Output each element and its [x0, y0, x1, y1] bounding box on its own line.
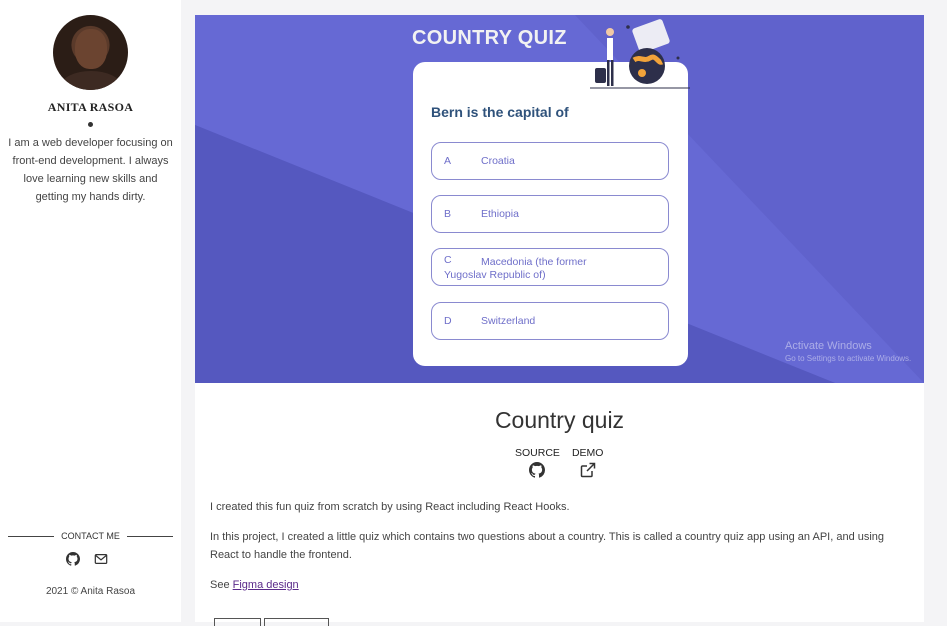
source-link[interactable]: SOURCE: [515, 447, 560, 478]
option-value: Switzerland: [481, 315, 536, 327]
quiz-question: Bern is the capital of: [431, 104, 569, 120]
windows-activation-watermark: Activate Windows Go to Settings to activ…: [785, 340, 911, 363]
demo-link[interactable]: DEMO: [571, 447, 604, 478]
project-card: COUNTRY QUIZ Bern is the capital of A Cr…: [195, 15, 924, 626]
quiz-option-c[interactable]: C Macedonia (the former Yugoslav Republi…: [431, 248, 669, 286]
quiz-card: Bern is the capital of A Croatia B Ethio…: [413, 62, 688, 366]
project-links: SOURCE DEMO: [515, 447, 603, 478]
quiz-title: COUNTRY QUIZ: [412, 27, 567, 49]
option-key: A: [444, 155, 452, 167]
traveler-globe-illustration: [590, 19, 690, 89]
profile-name: ANITA RASOA: [47, 100, 134, 114]
tag-button-2[interactable]: [264, 618, 329, 626]
watermark-line2: Go to Settings to activate Windows.: [785, 354, 912, 363]
profile-bio: I am a web developer focusing on front-e…: [8, 137, 173, 203]
option-key: C: [444, 254, 452, 266]
figma-design-link[interactable]: Figma design: [233, 579, 299, 591]
option-key: B: [444, 208, 452, 220]
watermark-line1: Activate Windows: [785, 340, 872, 352]
project-description-2: In this project, I created a little quiz…: [210, 531, 885, 561]
quiz-option-b[interactable]: B Ethiopia: [431, 195, 669, 233]
project-description-1: I created this fun quiz from scratch by …: [210, 501, 570, 513]
divider-right: [127, 536, 173, 537]
tag-button-1[interactable]: [214, 618, 261, 626]
option-value: Macedonia (the former: [481, 256, 587, 268]
project-title: Country quiz: [494, 407, 625, 433]
avatar: [53, 15, 128, 90]
option-value: Croatia: [481, 155, 515, 167]
contact-heading: CONTACT ME: [8, 530, 173, 544]
option-key: D: [444, 315, 452, 327]
sidebar: ANITA RASOA I am a web developer focusin…: [0, 0, 181, 622]
separator-dot: [88, 122, 93, 127]
see-prefix: See: [210, 579, 233, 591]
contact-icons: [66, 552, 108, 566]
github-icon: [529, 462, 546, 478]
mail-icon[interactable]: [94, 552, 108, 566]
project-screenshot: COUNTRY QUIZ Bern is the capital of A Cr…: [195, 15, 924, 383]
demo-label: DEMO: [571, 447, 604, 459]
quiz-option-a[interactable]: A Croatia: [431, 142, 669, 180]
github-icon[interactable]: [66, 552, 81, 566]
option-value: Ethiopia: [481, 208, 519, 220]
avatar-face: [75, 29, 107, 69]
figma-note: See Figma design: [210, 576, 910, 594]
option-value-cont: Yugoslav Republic of): [444, 269, 546, 281]
avatar-shirt: [61, 71, 121, 90]
external-link-icon: [580, 462, 596, 478]
source-label: SOURCE: [515, 447, 560, 459]
copyright: 2021 © Anita Rasoa: [45, 586, 136, 597]
quiz-option-d[interactable]: D Switzerland: [431, 302, 669, 340]
